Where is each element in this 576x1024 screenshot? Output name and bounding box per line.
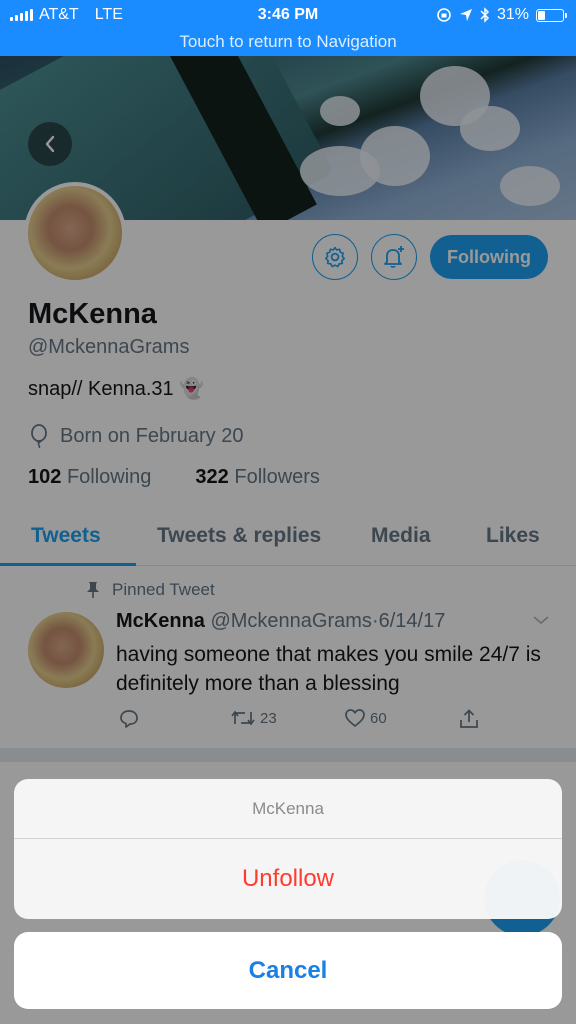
status-right: 31% [436,6,567,24]
action-sheet: McKenna Unfollow [14,779,562,919]
bluetooth-icon [480,7,490,23]
unfollow-button[interactable]: Unfollow [14,839,562,919]
return-to-navigation[interactable]: Touch to return to Navigation [0,32,576,52]
action-sheet-title: McKenna [14,779,562,839]
cancel-button[interactable]: Cancel [14,932,562,1009]
location-arrow-icon [459,9,472,21]
orientation-lock-icon [437,8,451,22]
status-bar[interactable]: AT&T LTE 3:46 PM 31% Touch to return to … [0,0,576,56]
battery-icon [536,8,567,22]
battery-percent: 31% [496,6,529,23]
